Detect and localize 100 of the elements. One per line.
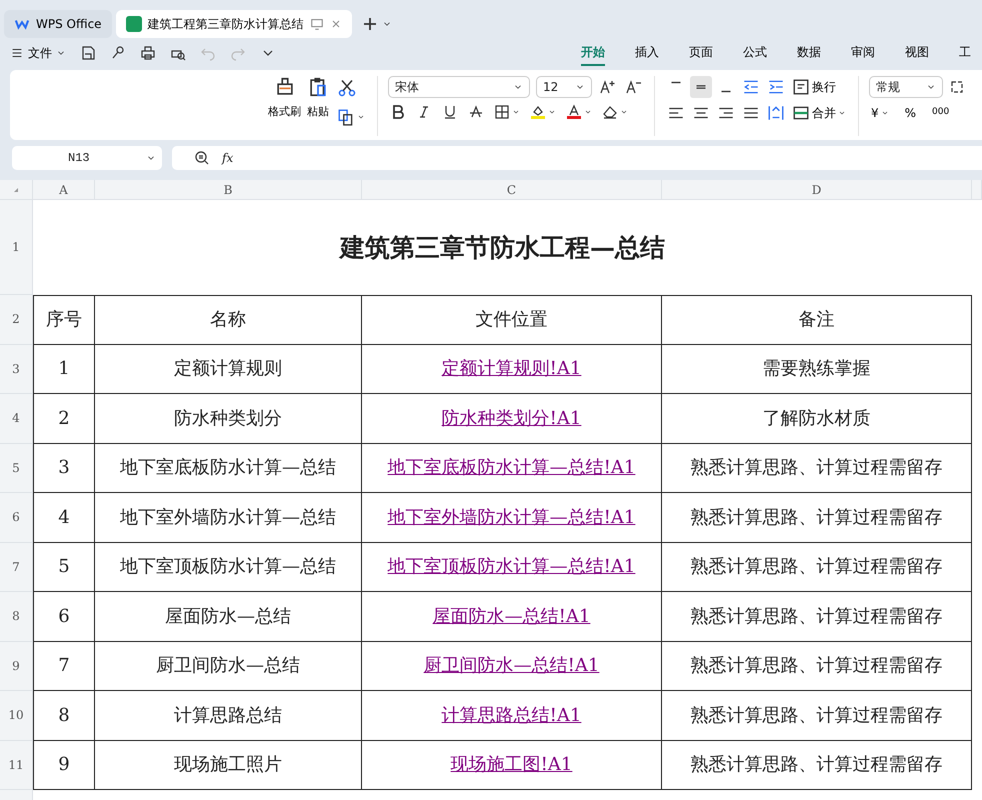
- copy-icon[interactable]: [337, 108, 355, 126]
- table-cell: 地下室顶板防水计算—总结: [95, 542, 362, 592]
- hyperlink[interactable]: 定额计算规则!A1: [442, 355, 582, 382]
- convert-icon[interactable]: [949, 79, 965, 95]
- caret-icon: [548, 108, 556, 116]
- shrink-font-icon[interactable]: [626, 79, 642, 95]
- hyperlink[interactable]: 计算思路总结!A1: [442, 702, 582, 729]
- close-icon[interactable]: [330, 18, 342, 30]
- select-all-icon[interactable]: [12, 186, 20, 194]
- ribbon-tab[interactable]: 插入: [635, 40, 659, 66]
- table-cell: 计算思路总结: [95, 691, 362, 740]
- formula-field[interactable]: fx: [172, 146, 982, 170]
- strikethrough-icon[interactable]: [468, 104, 484, 120]
- table-cell: 5: [33, 542, 95, 592]
- grow-font-icon[interactable]: [600, 79, 616, 95]
- row-header[interactable]: 5: [0, 444, 33, 493]
- wrap-icon: [792, 78, 810, 96]
- align-middle-icon: [696, 85, 706, 89]
- increase-indent-icon[interactable]: [767, 78, 785, 96]
- row-header[interactable]: 7: [0, 542, 33, 592]
- monitor-icon: [310, 17, 324, 31]
- table-cell: 9: [33, 740, 95, 790]
- row-header[interactable]: 1: [0, 200, 33, 295]
- row-header[interactable]: 6: [0, 493, 33, 542]
- sheet-title: 建筑第三章节防水工程—总结: [338, 232, 666, 264]
- percent-button[interactable]: %: [902, 102, 918, 124]
- thousands-button[interactable]: 000: [930, 104, 952, 122]
- decrease-indent-icon[interactable]: [742, 78, 760, 96]
- caret-icon: [838, 109, 846, 117]
- font-color-icon[interactable]: [566, 104, 582, 120]
- ribbon-tab[interactable]: 数据: [797, 40, 821, 66]
- table-cell: 8: [33, 691, 95, 740]
- save-icon[interactable]: [80, 45, 96, 61]
- zoom-icon[interactable]: [194, 150, 210, 166]
- print-icon[interactable]: [140, 45, 156, 61]
- ribbon-tab[interactable]: 公式: [743, 40, 767, 66]
- borders-icon[interactable]: [494, 104, 510, 120]
- ribbon-tab[interactable]: 工: [959, 40, 971, 66]
- currency-button[interactable]: ¥: [869, 102, 891, 124]
- row-header[interactable]: 11: [0, 740, 33, 790]
- column-header[interactable]: C: [362, 180, 662, 200]
- app-tab[interactable]: WPS Office: [4, 10, 112, 38]
- app-tab[interactable]: 建筑工程第三章防水计算总结: [116, 10, 352, 38]
- merge-icon: [792, 104, 810, 122]
- table-cell: 现场施工照片: [95, 740, 362, 790]
- caret-icon: [357, 113, 365, 121]
- wrap-text-button[interactable]: 换行: [790, 76, 838, 98]
- ribbon-tab[interactable]: 视图: [905, 40, 929, 66]
- hyperlink[interactable]: 地下室外墙防水计算—总结!A1: [388, 504, 636, 531]
- w-logo-icon: [14, 17, 30, 31]
- key-icon[interactable]: [110, 45, 126, 61]
- font-size-select[interactable]: 12: [536, 76, 592, 98]
- table-cell: 名称: [95, 295, 362, 344]
- underline-icon[interactable]: [442, 104, 458, 120]
- row-header[interactable]: 3: [0, 344, 33, 394]
- hyperlink[interactable]: 厨卫间防水—总结!A1: [424, 652, 600, 680]
- format-painter-button[interactable]: 格式刷: [268, 76, 301, 136]
- table-cell: 地下室外墙防水计算—总结: [95, 493, 362, 542]
- fill-color-icon[interactable]: [530, 104, 546, 120]
- name-box[interactable]: N13: [12, 146, 162, 170]
- hyperlink[interactable]: 地下室顶板防水计算—总结!A1: [388, 553, 636, 580]
- column-header[interactable]: D: [662, 180, 972, 200]
- paste-button[interactable]: 粘贴: [307, 76, 329, 136]
- number-format-select[interactable]: 常规: [869, 76, 943, 98]
- hyperlink[interactable]: 防水种类划分!A1: [442, 404, 582, 432]
- file-menu[interactable]: 文件: [10, 44, 66, 62]
- table-cell: 屋面防水—总结: [95, 592, 362, 642]
- table-cell: 定额计算规则: [95, 344, 362, 394]
- new-tab-button[interactable]: [362, 16, 392, 32]
- caret-icon: [880, 109, 889, 117]
- align-button[interactable]: [690, 76, 712, 98]
- ribbon-tab[interactable]: 审阅: [851, 40, 875, 66]
- font-select[interactable]: 宋体: [388, 76, 530, 98]
- plus-icon: [362, 16, 378, 32]
- row-header[interactable]: 8: [0, 592, 33, 642]
- bold-icon[interactable]: [390, 104, 406, 120]
- eraser-icon[interactable]: [602, 104, 618, 120]
- hyperlink[interactable]: 屋面防水—总结!A1: [432, 602, 590, 630]
- table-cell: 4: [33, 493, 95, 542]
- caret-icon: [584, 108, 592, 116]
- table-cell: 3: [33, 444, 95, 493]
- caret-icon: [620, 108, 628, 116]
- hyperlink[interactable]: 现场施工图!A1: [450, 751, 572, 778]
- row-header[interactable]: 2: [0, 295, 33, 344]
- table-cell: 7: [33, 642, 95, 691]
- ribbon-tab[interactable]: 开始: [581, 40, 605, 66]
- row-header[interactable]: 9: [0, 642, 33, 691]
- column-header[interactable]: B: [95, 180, 362, 200]
- scissors-icon[interactable]: [337, 78, 357, 98]
- distributed-icon[interactable]: [767, 104, 785, 122]
- ribbon-tab[interactable]: 页面: [689, 40, 713, 66]
- fx-label[interactable]: fx: [222, 149, 234, 167]
- hyperlink[interactable]: 地下室底板防水计算—总结!A1: [388, 454, 636, 482]
- caret-icon: [512, 108, 520, 116]
- table-cell: 文件位置: [362, 295, 662, 344]
- row-header[interactable]: 10: [0, 691, 33, 740]
- merge-button[interactable]: 合并: [790, 102, 848, 124]
- column-header[interactable]: A: [33, 180, 95, 200]
- row-header[interactable]: 4: [0, 394, 33, 444]
- table-cell: 6: [33, 592, 95, 642]
